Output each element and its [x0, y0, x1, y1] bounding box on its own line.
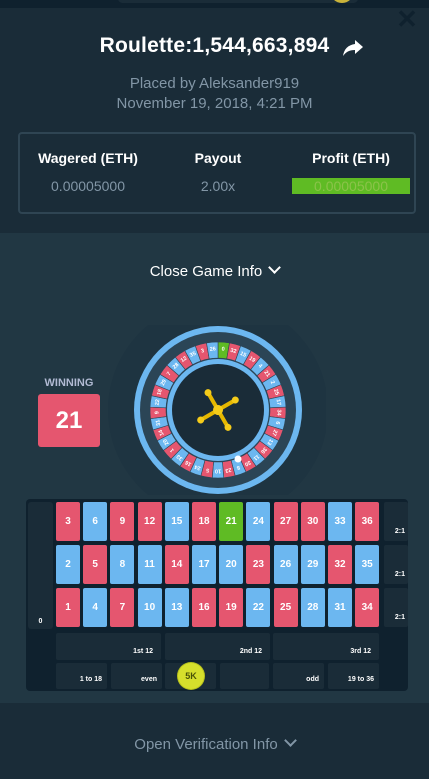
- board-cell-5: 5: [83, 545, 108, 584]
- board-cell-18: 18: [192, 502, 216, 541]
- bet-19-to-36: 19 to 36: [328, 663, 379, 689]
- bet-odd: odd: [273, 663, 324, 689]
- zero-label: 0: [38, 618, 43, 625]
- wheel-pocket-label: 0: [221, 347, 225, 353]
- board-cell-16: 16: [192, 588, 216, 627]
- wheel-pocket-label: 31: [155, 419, 162, 426]
- wheel-pocket-label: 26: [210, 346, 217, 352]
- column-bet-label: 2:1: [394, 528, 405, 535]
- board-zero-cell: 0: [28, 502, 53, 629]
- wheel-pocket-label: 23: [225, 466, 232, 473]
- board-cell-21: 21: [219, 502, 244, 541]
- bet-chip: 5K: [178, 663, 204, 689]
- column-bet-middle: 2:1: [384, 545, 408, 584]
- board-cell-35: 35: [355, 545, 380, 584]
- board-cell-7: 7: [110, 588, 135, 627]
- board-cell-17: 17: [192, 545, 216, 584]
- board-cell-2: 2: [56, 545, 80, 584]
- dozen-label: 2nd 12: [239, 648, 262, 655]
- board-cell-13: 13: [164, 588, 189, 627]
- wheel-pocket-label: 17: [275, 399, 282, 406]
- dozen-second: 2nd 12: [165, 633, 270, 660]
- wagered-label: Wagered (ETH): [38, 150, 138, 166]
- board-cell-14: 14: [164, 545, 189, 584]
- outside-label: odd: [306, 676, 319, 683]
- board-cell-15: 15: [164, 502, 189, 541]
- open-verification-label: Open Verification Info: [134, 736, 278, 753]
- profit-stat: Profit (ETH) 0.00005000: [292, 150, 410, 194]
- board-cell-23: 23: [246, 545, 271, 584]
- board-cell-26: 26: [273, 545, 298, 584]
- board-cell-30: 30: [300, 502, 325, 541]
- board-cell-9: 9: [110, 502, 135, 541]
- chevron-down-icon: [268, 261, 282, 274]
- roulette-wheel: 0 32 15 19 4 21 2 25 17 34 6 27 13 36 11 30 8 23 10 5 24 16 33…: [108, 325, 326, 495]
- payout-stat: Payout 2.00x: [170, 150, 266, 194]
- background-bar: [118, 0, 358, 3]
- board-cell-12: 12: [137, 502, 162, 541]
- column-bet-label: 2:1: [394, 571, 405, 578]
- board-cell-25: 25: [273, 588, 298, 627]
- profit-label: Profit (ETH): [312, 150, 390, 166]
- outside-label: 1 to 18: [79, 676, 102, 683]
- board-cell-33: 33: [328, 502, 352, 541]
- board-cell-29: 29: [300, 545, 325, 584]
- profit-value: 0.00005000: [292, 178, 410, 194]
- board-cell-8: 8: [110, 545, 135, 584]
- payout-label: Payout: [194, 150, 242, 166]
- outside-label: even: [141, 676, 157, 683]
- chevron-down-icon: [283, 734, 297, 747]
- bet-even: even: [111, 663, 162, 689]
- payout-value: 2.00x: [200, 178, 236, 194]
- placed-by-text: Placed by Aleksander919: [129, 75, 300, 92]
- column-bet-bottom: 2:1: [384, 588, 408, 627]
- close-game-info-toggle[interactable]: Close Game Info: [0, 261, 429, 280]
- background-page-strip: [0, 0, 429, 8]
- bet-date: November 19, 2018, 4:21 PM: [116, 95, 313, 112]
- winning-number-box: 21: [38, 394, 100, 447]
- board-cell-32: 32: [328, 545, 352, 584]
- open-verification-toggle[interactable]: Open Verification Info: [0, 734, 429, 753]
- wagered-value: 0.00005000: [51, 178, 125, 194]
- board-cell-31: 31: [328, 588, 352, 627]
- close-game-info-label: Close Game Info: [149, 263, 263, 280]
- share-icon[interactable]: [342, 38, 364, 58]
- outside-label: 19 to 36: [347, 676, 374, 683]
- bet-black: [220, 663, 269, 689]
- board-cell-10: 10: [137, 588, 162, 627]
- board-cell-3: 3: [56, 502, 80, 541]
- wagered-stat: Wagered (ETH) 0.00005000: [30, 150, 146, 194]
- column-bet-top: 2:1: [384, 502, 408, 541]
- wheel-pocket-label: 9: [154, 411, 160, 414]
- board-cell-1: 1: [56, 588, 80, 627]
- bet-title: Roulette:1,544,663,894: [99, 34, 330, 57]
- dozen-label: 3rd 12: [350, 648, 371, 655]
- winning-label: WINNING: [44, 377, 94, 389]
- board-cell-27: 27: [273, 502, 298, 541]
- dozen-label: 1st 12: [133, 648, 153, 655]
- bet-stats-box: Wagered (ETH) 0.00005000 Payout 2.00x Pr…: [18, 132, 416, 214]
- board-cell-19: 19: [219, 588, 244, 627]
- wheel-pocket-label: 22: [155, 399, 162, 406]
- wheel-pocket-label: 10: [215, 468, 221, 474]
- board-cell-24: 24: [246, 502, 271, 541]
- board-cell-36: 36: [355, 502, 380, 541]
- board-cell-22: 22: [246, 588, 271, 627]
- dozen-third: 3rd 12: [273, 633, 379, 660]
- board-cell-11: 11: [137, 545, 162, 584]
- roulette-wheel-graphic: 0 32 1519421225173462713361130823105241633…: [108, 325, 326, 495]
- board-cell-20: 20: [219, 545, 244, 584]
- wheel-ball: [234, 455, 242, 463]
- bet-1-to-18: 1 to 18: [56, 663, 107, 689]
- board-cell-28: 28: [300, 588, 325, 627]
- close-icon[interactable]: ✕: [394, 6, 420, 32]
- bet-title-row: Roulette:1,544,663,894: [0, 34, 429, 58]
- board-cell-34: 34: [355, 588, 380, 627]
- board-cell-6: 6: [83, 502, 108, 541]
- column-bet-label: 2:1: [394, 614, 405, 621]
- board-cell-4: 4: [83, 588, 108, 627]
- dozen-first: 1st 12: [56, 633, 161, 660]
